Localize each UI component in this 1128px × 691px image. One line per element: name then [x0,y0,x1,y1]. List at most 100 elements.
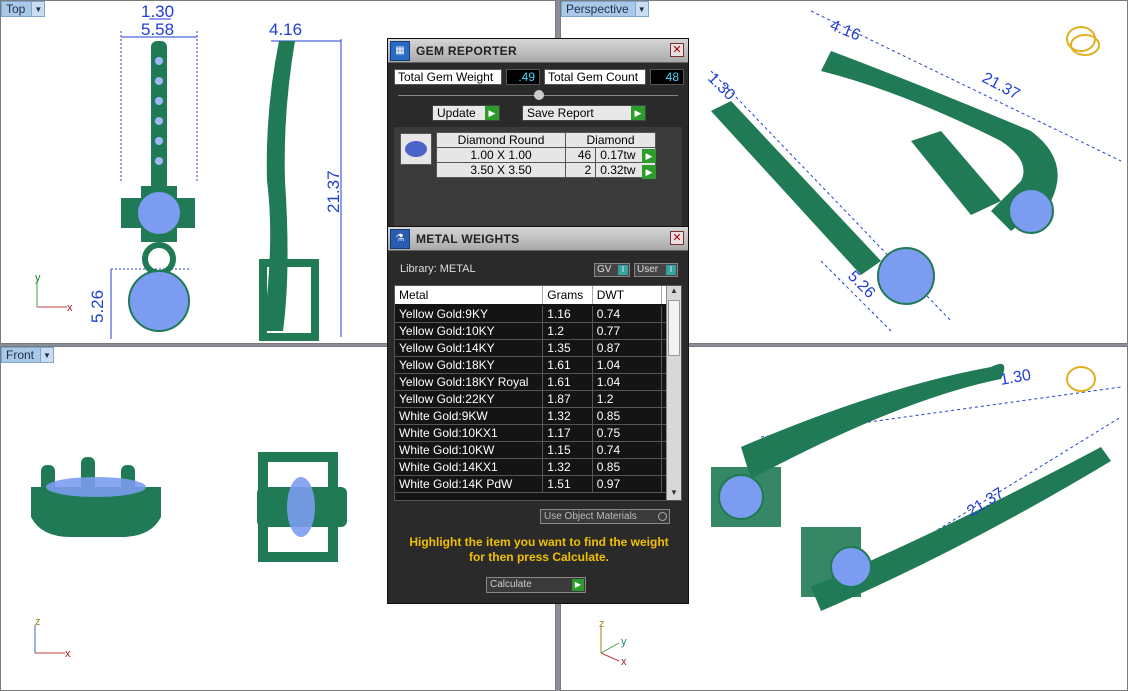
metal-dwt: 0.87 [592,340,662,357]
use-object-materials-toggle[interactable]: Use Object Materials [540,509,670,524]
gem-reporter-titlebar[interactable]: ▦ GEM REPORTER ✕ [388,39,688,63]
metal-dwt: 0.74 [592,442,662,459]
gem-reporter-panel: ▦ GEM REPORTER ✕ Total Gem Weight .49 To… [387,38,689,234]
metal-dwt: 0.85 [592,459,662,476]
collapse-icon[interactable] [534,90,544,100]
gem-type-header: Diamond Round [435,132,567,148]
gem-reporter-title: GEM REPORTER [416,43,517,58]
table-row[interactable]: Yellow Gold:9KY 1.16 0.74 [395,306,667,323]
metal-name: White Gold:9KW [395,408,544,425]
user-label: User [637,264,659,275]
calculate-hint: Highlight the item you want to find the … [409,535,669,564]
table-row[interactable]: White Gold:9KW 1.32 0.85 [395,408,667,425]
metal-name: Yellow Gold:18KY Royal [395,374,544,391]
play-icon: ▶ [485,106,499,120]
metal-name: White Gold:10KW [395,442,544,459]
table-row[interactable]: White Gold:14K PdW 1.51 0.97 [395,476,667,493]
axis-y-label: y [621,636,627,648]
metal-weights-titlebar[interactable]: ⚗ METAL WEIGHTS ✕ [388,227,688,251]
gem-table: Diamond Round Diamond 1.00 X 1.00 46 0.17tw… [435,132,656,178]
table-row[interactable]: White Gold:10KW 1.15 0.74 [395,442,667,459]
metal-name: Yellow Gold:9KY [395,306,544,323]
metal-grams: 1.16 [543,306,593,323]
column-header-dwt[interactable]: DWT [593,286,662,304]
gem-size: 1.00 X 1.00 [435,147,567,163]
table-row[interactable]: White Gold:10KX1 1.17 0.75 [395,425,667,442]
update-label: Update [437,106,476,120]
gv-toggle[interactable]: GV I [594,263,630,277]
table-row[interactable]: White Gold:14KX1 1.32 0.85 [395,459,667,476]
metal-dwt: 0.85 [592,408,662,425]
update-button[interactable]: Update ▶ [432,105,500,121]
table-row[interactable]: Yellow Gold:22KY 1.87 1.2 [395,391,667,408]
axis-x-label: x [67,302,73,314]
diamond-round-icon [400,133,432,165]
library-label: Library: METAL [400,263,476,275]
table-row[interactable]: 3.50 X 3.50 2 0.32tw [435,162,656,178]
calculate-button[interactable]: Calculate ▶ [486,577,586,593]
metal-table: Metal Grams DWT Yellow Gold:9KY 1.16 0.74 … [394,285,682,501]
column-header-grams[interactable]: Grams [543,286,593,304]
metal-name: Yellow Gold:22KY [395,391,544,408]
gem-report-icon: ▦ [390,40,410,61]
calculate-label: Calculate [490,579,532,590]
save-report-button[interactable]: Save Report ▶ [522,105,646,121]
axis-x-label: x [621,656,627,668]
close-icon[interactable]: ✕ [670,231,684,245]
axis-y-label: y [35,272,41,284]
axis-x-label: x [65,648,71,660]
metal-grams: 1.17 [543,425,593,442]
metal-weights-title: METAL WEIGHTS [416,231,520,246]
gem-row-select-button[interactable]: ▶ [642,165,656,179]
info-icon: I [666,265,676,275]
table-row[interactable]: Yellow Gold:18KY 1.61 1.04 [395,357,667,374]
metal-dwt: 1.2 [592,391,662,408]
dimension-label: 4.16 [269,20,302,39]
column-header-metal[interactable]: Metal [395,286,544,304]
metal-name: Yellow Gold:18KY [395,357,544,374]
metal-grams: 1.61 [543,374,593,391]
metal-grams: 1.32 [543,459,593,476]
dimension-label: 5.58 [141,20,174,39]
info-icon: I [618,265,628,275]
metal-dwt: 1.04 [592,357,662,374]
metal-dwt: 0.77 [592,323,662,340]
play-icon: ▶ [631,106,645,120]
scroll-down-icon[interactable]: ▼ [667,488,681,500]
metal-table-header: Metal Grams DWT [395,286,667,304]
dimension-label: 1.30 [704,70,738,104]
metal-name: White Gold:14K PdW [395,476,544,493]
total-gem-weight-value: .49 [506,69,540,85]
table-row[interactable]: Yellow Gold:10KY 1.2 0.77 [395,323,667,340]
scroll-up-icon[interactable]: ▲ [667,286,681,298]
metal-dwt: 1.04 [592,374,662,391]
gem-count: 2 [565,162,597,178]
scroll-thumb[interactable] [668,300,680,356]
metal-table-scrollbar[interactable]: ▲ ▼ [666,286,681,500]
dimension-label: 1.30 [141,2,174,21]
gem-category-header: Diamond [565,132,656,148]
close-icon[interactable]: ✕ [670,43,684,57]
total-gem-count-value: 48 [650,69,684,85]
axis-z-label: z [35,616,41,628]
table-row[interactable]: 1.00 X 1.00 46 0.17tw [435,147,656,163]
dimension-label: 5.26 [88,290,107,323]
table-row[interactable]: Yellow Gold:18KY Royal 1.61 1.04 [395,374,667,391]
user-toggle[interactable]: User I [634,263,678,277]
gv-label: GV [597,264,612,275]
dimension-label: 4.16 [828,17,863,44]
total-gem-weight-label: Total Gem Weight [394,69,502,85]
dimension-label: 5.26 [844,268,878,302]
metal-dwt: 0.97 [592,476,662,493]
dimension-label: 21.37 [324,170,343,213]
gem-row-select-button[interactable]: ▶ [642,149,656,163]
save-report-label: Save Report [527,106,594,120]
metal-name: Yellow Gold:14KY [395,340,544,357]
table-row[interactable]: Yellow Gold:14KY 1.35 0.87 [395,340,667,357]
metal-grams: 1.32 [543,408,593,425]
metal-grams: 1.15 [543,442,593,459]
metal-grams: 1.2 [543,323,593,340]
flask-icon: ⚗ [390,228,410,249]
metal-grams: 1.51 [543,476,593,493]
gem-size: 3.50 X 3.50 [435,162,567,178]
